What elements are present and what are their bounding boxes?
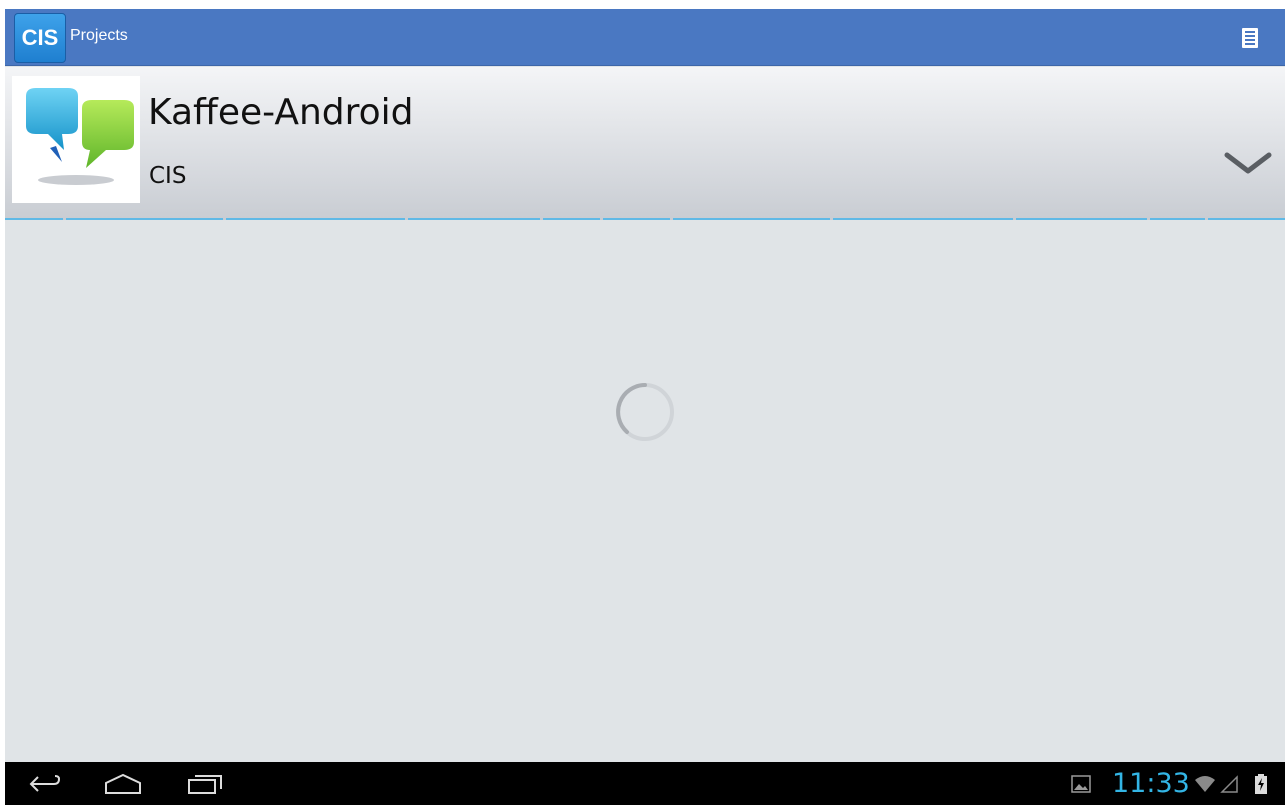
wifi-status [1193,770,1217,798]
chevron-down-icon [1224,152,1272,174]
expand-button[interactable] [1221,147,1275,181]
back-button[interactable] [27,770,63,798]
loading-spinner [614,381,676,443]
gallery-notification-icon [1071,775,1091,793]
action-bar: CIS Projects [5,9,1285,66]
overflow-menu-button[interactable] [1235,23,1265,53]
signal-icon [1220,775,1238,793]
battery-status [1253,770,1269,798]
home-button[interactable] [103,770,143,798]
app-frame: CIS Projects Kaffee-Android CIS 11:33 [5,9,1285,805]
home-icon [105,773,141,794]
overflow-menu-icon [1242,28,1258,48]
wifi-icon [1195,776,1215,792]
notification-gallery[interactable] [1070,770,1092,798]
system-nav-bar: 11:33 [5,762,1285,805]
app-logo-text: CIS [21,25,59,50]
battery-charging-icon [1255,774,1267,794]
recent-apps-button[interactable] [185,770,225,798]
loading-spinner-icon [616,383,674,441]
recent-apps-icon [188,775,222,794]
status-clock[interactable]: 11:33 [1112,768,1190,799]
project-organization: CIS [149,163,187,189]
action-bar-title: Projects [70,27,128,44]
content-area [5,221,1285,762]
header-divider [5,216,1285,220]
signal-status [1219,770,1239,798]
speech-bubbles-icon [26,88,134,185]
project-name: Kaffee-Android [148,92,414,133]
project-header[interactable]: Kaffee-Android CIS [5,67,1285,220]
back-icon [29,775,61,792]
project-thumbnail [12,76,140,203]
app-logo[interactable]: CIS [14,13,66,63]
